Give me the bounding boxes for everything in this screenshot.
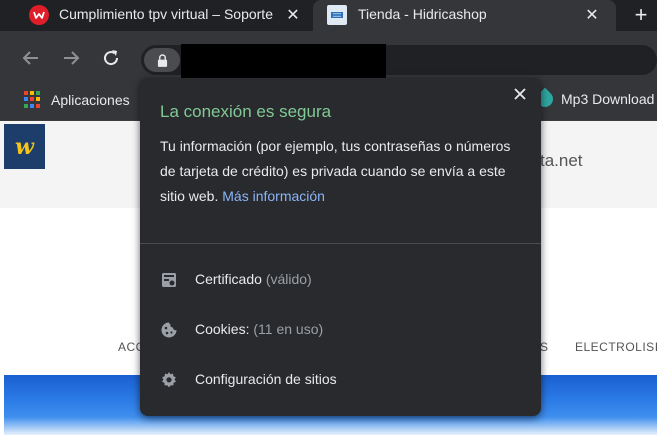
arrow-right-icon	[64, 51, 80, 65]
more-info-link[interactable]: Más información	[222, 188, 325, 204]
site-settings-label: Configuración de sitios	[195, 371, 337, 387]
divider	[140, 243, 541, 244]
site-info-button[interactable]	[144, 48, 180, 72]
bookmark-apps[interactable]: Aplicaciones	[24, 91, 130, 108]
forward-button[interactable]	[60, 47, 82, 69]
site-favicon-icon	[327, 5, 347, 25]
bookmark-mp3-label: Mp3 Download	[561, 91, 655, 107]
site-settings-row[interactable]: Configuración de sitios	[140, 360, 541, 400]
cookies-label: Cookies: (11 en uso)	[195, 321, 324, 337]
back-button[interactable]	[20, 47, 42, 69]
cookie-icon	[161, 322, 177, 338]
reload-button[interactable]	[100, 47, 122, 69]
site-logo[interactable]: w	[4, 124, 45, 169]
certificate-icon	[162, 273, 176, 287]
certificate-row[interactable]: Certificado (válido)	[140, 260, 541, 300]
tab-cumplimiento[interactable]: Cumplimiento tpv virtual – Soporte ✕	[0, 0, 313, 31]
redacted-url	[181, 44, 386, 79]
tab-title: Cumplimiento tpv virtual – Soporte	[59, 6, 273, 22]
arrow-left-icon	[22, 51, 38, 65]
menu-item-s[interactable]: S	[540, 340, 549, 354]
bookmark-mp3[interactable]: Mp3 Download	[533, 87, 655, 111]
tab-hidricashop[interactable]: Tienda - Hidricashop ✕	[313, 0, 616, 31]
tab-close-icon[interactable]: ✕	[284, 6, 302, 24]
gear-icon	[162, 372, 176, 388]
tab-title: Tienda - Hidricashop	[358, 6, 487, 22]
certificate-label: Certificado (válido)	[195, 271, 312, 287]
site-favicon-icon	[29, 5, 49, 25]
lock-icon	[157, 53, 167, 67]
tab-strip: Cumplimiento tpv virtual – Soporte ✕ Tie…	[0, 0, 657, 31]
popup-description: Tu información (por ejemplo, tus contras…	[160, 134, 520, 209]
bookmark-apps-label: Aplicaciones	[51, 91, 130, 108]
apps-grid-icon	[24, 91, 41, 108]
connection-info-popup: La conexión es segura Tu información (po…	[140, 78, 541, 416]
tab-close-icon[interactable]: ✕	[583, 6, 601, 24]
header-domain-text: ta.net	[540, 151, 583, 170]
cookies-row[interactable]: Cookies: (11 en uso)	[140, 310, 541, 350]
reload-icon	[104, 50, 119, 66]
popup-title: La conexión es segura	[160, 102, 332, 121]
menu-item-electrolisis[interactable]: ELECTROLISIS	[575, 340, 657, 354]
popup-body-text: Tu información (por ejemplo, tus contras…	[160, 138, 511, 204]
new-tab-button[interactable]: +	[630, 4, 652, 26]
toolbar	[0, 31, 657, 84]
close-icon[interactable]	[512, 86, 528, 102]
